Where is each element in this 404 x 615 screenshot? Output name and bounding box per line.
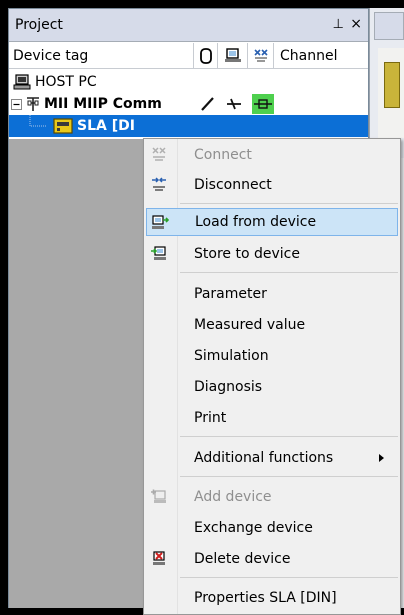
menu-item-simulation[interactable]: Simulation (146, 342, 398, 370)
tree-row-label: HOST PC (35, 74, 97, 90)
disconnect-icon (152, 177, 166, 191)
link-icon (254, 99, 272, 109)
menu-item-connect[interactable]: Connect (146, 141, 398, 169)
column-device-tag[interactable]: Device tag (9, 43, 194, 69)
menu-item-measured-value[interactable]: Measured value (146, 311, 398, 339)
delete-device-icon (153, 551, 165, 565)
menu-separator (180, 272, 398, 273)
store-to-device-icon (151, 246, 166, 260)
tree-row-host-pc[interactable]: HOST PC (9, 71, 368, 93)
column-channel-status[interactable] (248, 43, 274, 69)
tree-row-sla[interactable]: SLA [DI (9, 115, 368, 137)
column-connection-icon[interactable] (194, 43, 218, 69)
close-icon[interactable]: × (350, 16, 362, 32)
menu-separator (180, 476, 398, 477)
menu-item-print[interactable]: Print (146, 404, 398, 432)
device-image (378, 48, 404, 138)
menu-separator (180, 436, 398, 437)
connection-column-icon (199, 48, 212, 64)
menu-separator (180, 203, 398, 204)
computer-icon (13, 74, 31, 90)
load-from-device-icon (152, 215, 169, 229)
adjacent-panel-tab[interactable] (374, 12, 404, 40)
menu-separator (180, 577, 398, 578)
disconnected-plug-icon (227, 98, 241, 110)
column-channel[interactable]: Channel (274, 43, 368, 69)
pencil-icon (201, 97, 214, 111)
connect-icon (152, 147, 166, 161)
menu-item-properties[interactable]: Properties SLA [DIN] (146, 584, 398, 612)
channel-column-icon (253, 49, 268, 62)
tree-row-label: MII MIIP Comm (44, 96, 162, 112)
field-device-icon (53, 118, 73, 134)
menu-item-disconnect[interactable]: Disconnect (146, 171, 398, 199)
network-icon (27, 97, 39, 111)
device-column-icon (224, 48, 241, 62)
tree-row-comm[interactable]: MII MIIP Comm (9, 93, 368, 115)
menu-item-additional-functions[interactable]: Additional functions (146, 444, 398, 472)
tree-connector (29, 115, 47, 127)
collapse-icon[interactable] (11, 98, 22, 110)
panel-title-bar: Project ⊥ × (9, 9, 368, 42)
tree-row-label: SLA [DI (77, 118, 135, 134)
menu-item-parameter[interactable]: Parameter (146, 280, 398, 308)
channel-status-indicator (252, 94, 274, 114)
column-header: Device tag Channel (9, 43, 368, 69)
panel-title: Project (15, 17, 63, 33)
add-device-icon (151, 489, 166, 503)
column-device-status[interactable] (218, 43, 248, 69)
menu-item-load-from-device[interactable]: Load from device (146, 208, 398, 236)
menu-item-delete-device[interactable]: Delete device (146, 545, 398, 573)
menu-item-add-device[interactable]: Add device (146, 483, 398, 511)
menu-item-store-to-device[interactable]: Store to device (146, 240, 398, 268)
context-menu: Connect Disconnect Load from device Stor… (143, 138, 401, 615)
menu-item-exchange-device[interactable]: Exchange device (146, 514, 398, 542)
menu-item-diagnosis[interactable]: Diagnosis (146, 373, 398, 401)
submenu-arrow-icon (379, 454, 384, 462)
pin-icon[interactable]: ⊥ (333, 17, 344, 32)
